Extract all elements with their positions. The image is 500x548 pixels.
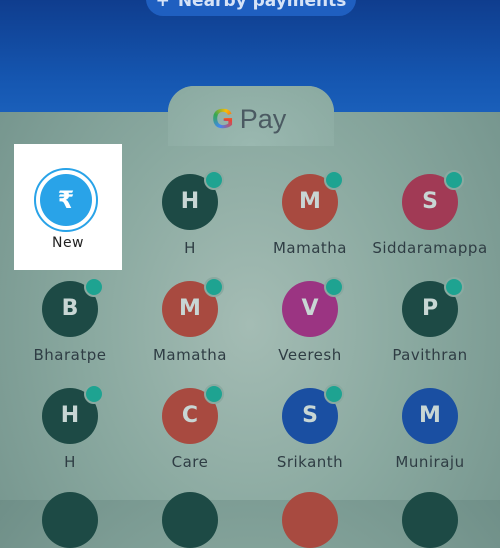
contact-avatar: V	[282, 277, 344, 337]
online-status-icon	[84, 277, 104, 297]
contact-item[interactable]: B Bharatpe	[10, 277, 130, 364]
contact-avatar: C	[162, 384, 224, 444]
contact-initial: H	[180, 189, 200, 214]
contact-name: H	[64, 453, 76, 471]
contact-name: Care	[171, 453, 209, 471]
contact-avatar: B	[42, 277, 104, 337]
online-status-icon	[444, 277, 464, 297]
contact-avatar: M	[402, 388, 458, 444]
contact-initial: P	[421, 296, 439, 321]
online-status-icon	[324, 170, 344, 190]
contact-item[interactable]: M Muniraju	[370, 388, 490, 471]
contact-name: Siddaramappa	[372, 239, 488, 257]
contact-initial: V	[301, 296, 319, 321]
contact-item[interactable]: C Care	[130, 384, 250, 471]
contact-name: Muniraju	[395, 453, 465, 471]
nearby-payments-label: Nearby payments	[177, 0, 347, 11]
pay-wordmark: Pay	[239, 104, 287, 134]
google-g-icon: G	[212, 103, 234, 134]
contact-initial: M	[419, 403, 441, 428]
contact-item[interactable]: S Srikanth	[250, 384, 370, 471]
contact-initial: C	[181, 403, 199, 428]
online-status-icon	[204, 170, 224, 190]
contact-initial: H	[60, 403, 80, 428]
contact-name: H	[184, 239, 196, 257]
contact-item[interactable]: P Pavithran	[370, 277, 490, 364]
contact-item[interactable]: M Mamatha	[130, 277, 250, 364]
contact-name: Pavithran	[392, 346, 468, 364]
contact-avatar: M	[162, 277, 224, 337]
nearby-payments-button[interactable]: + Nearby payments	[146, 0, 356, 16]
contact-name: Mamatha	[152, 346, 228, 364]
contact-item[interactable]: HH	[130, 170, 250, 257]
contact-name: Veeresh	[278, 346, 342, 364]
contact-avatar: M	[282, 170, 344, 230]
new-payment-button[interactable]: ₹ New	[14, 144, 122, 270]
online-status-icon	[84, 384, 104, 404]
contact-avatar: S	[402, 170, 464, 230]
contact-item[interactable]: V Veeresh	[250, 277, 370, 364]
contact-avatar: P	[402, 277, 464, 337]
plus-icon: +	[155, 0, 170, 11]
new-payment-label: New	[51, 235, 85, 251]
contact-avatar: H	[42, 384, 104, 444]
partial-avatar[interactable]	[162, 492, 218, 548]
contact-initial: S	[302, 403, 318, 428]
gpay-logo: G Pay	[212, 102, 286, 136]
contact-initial: M	[299, 189, 321, 214]
contact-item[interactable]: M Mamatha	[250, 170, 370, 257]
contact-initial: S	[422, 189, 438, 214]
online-status-icon	[324, 277, 344, 297]
new-payment-avatar: ₹	[34, 168, 98, 232]
contact-name: Bharatpe	[33, 346, 107, 364]
partial-avatar[interactable]	[282, 492, 338, 548]
partial-avatar[interactable]	[42, 492, 98, 548]
contact-initial: M	[179, 296, 201, 321]
contact-name: Mamatha	[272, 239, 348, 257]
contact-name: Srikanth	[276, 453, 344, 471]
online-status-icon	[204, 277, 224, 297]
online-status-icon	[444, 170, 464, 190]
contact-avatar: H	[162, 170, 224, 230]
contact-item[interactable]: HH	[10, 384, 130, 471]
contact-item[interactable]: S Siddaramappa	[370, 170, 490, 257]
online-status-icon	[324, 384, 344, 404]
contact-avatar: S	[282, 384, 344, 444]
online-status-icon	[204, 384, 224, 404]
rupee-icon: ₹	[40, 174, 92, 226]
partial-avatar[interactable]	[402, 492, 458, 548]
contact-initial: B	[61, 296, 79, 321]
